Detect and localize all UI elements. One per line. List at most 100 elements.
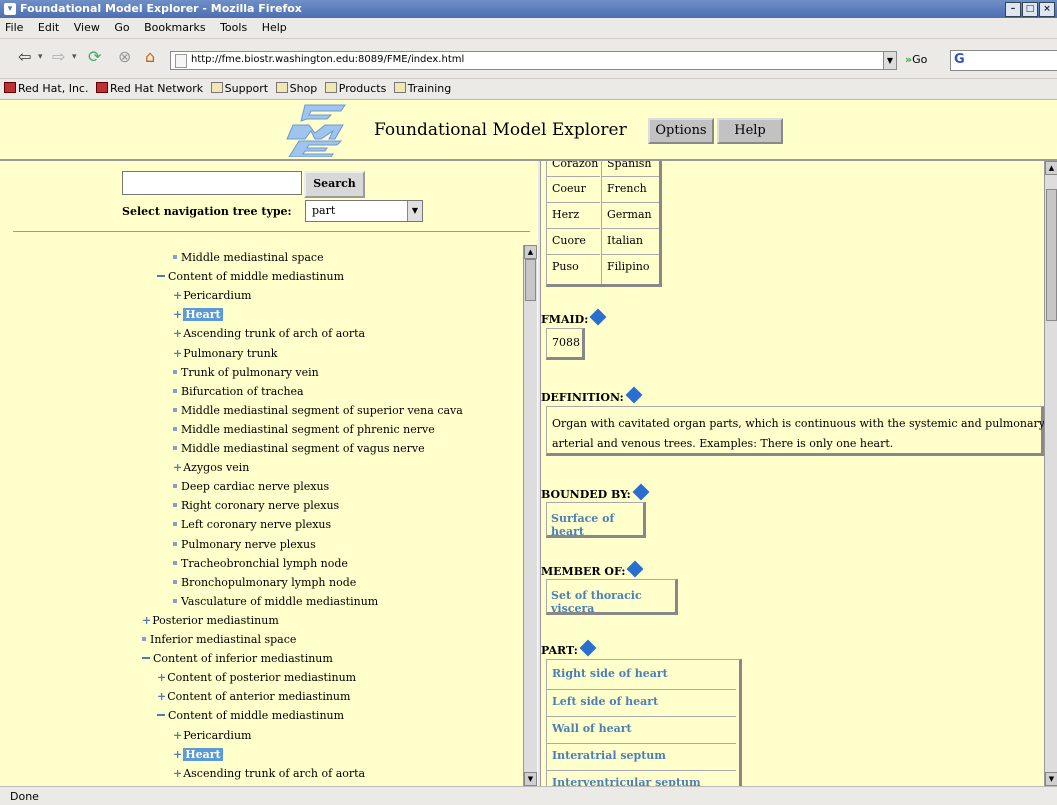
tree-item-label[interactable]: Content of middle mediastinum [168,270,344,283]
menu-edit[interactable]: Edit [33,18,65,34]
menu-go[interactable]: Go [109,18,135,34]
tree-item[interactable]: +Pericardium [173,288,251,303]
info-icon[interactable] [579,639,597,657]
part-link[interactable]: Interventricular septum [547,770,736,786]
tree-item-label[interactable]: Middle mediastinal segment of superior v… [181,404,463,417]
tree-item-label[interactable]: Pericardium [183,729,251,742]
tree-item-label[interactable]: Content of anterior mediastinum [167,690,350,703]
tree-item[interactable]: Content of middle mediastinum [157,269,344,284]
url-dropdown-icon[interactable]: ▼ [883,51,897,70]
tree-item-label[interactable]: Heart [183,308,223,322]
tree-item[interactable]: Content of middle mediastinum [157,708,344,723]
search-button[interactable]: Search [304,171,365,198]
expand-icon[interactable]: + [173,307,182,322]
tree-scrollbar[interactable]: ▲ ▼ [523,245,537,786]
tree-item-label[interactable]: Ascending trunk of arch of aorta [183,767,365,780]
tree-item[interactable]: Bronchopulmonary lymph node [173,575,356,590]
tree-item-label[interactable]: Middle mediastinal segment of phrenic ne… [181,423,435,436]
bookmark-products[interactable]: Products [324,79,386,95]
forward-arrow-icon[interactable]: ⇨ [52,47,65,67]
home-icon[interactable]: ⌂ [145,47,155,67]
scroll-up-icon[interactable]: ▲ [524,245,537,259]
bookmark-red-hat-network[interactable]: Red Hat Network [95,79,203,95]
forward-dropdown-icon[interactable]: ▾ [72,47,77,67]
tree-item[interactable]: +Content of posterior mediastinum [157,670,356,685]
back-dropdown-icon[interactable]: ▾ [38,47,43,67]
scroll-thumb[interactable] [525,259,536,301]
scroll-up-icon[interactable]: ▲ [1045,161,1057,175]
bounded-by-link[interactable]: Surface of heart [551,512,643,538]
tree-item-label[interactable]: Bifurcation of trachea [181,385,304,398]
info-icon[interactable] [626,560,644,578]
tree-item[interactable]: +Ascending trunk of arch of aorta [173,326,365,341]
detail-scrollbar[interactable]: ▲ ▼ [1044,161,1057,786]
tree-item-label[interactable]: Content of posterior mediastinum [167,671,356,684]
tree-item[interactable]: Inferior mediastinal space [142,632,296,647]
expand-icon[interactable]: + [157,689,166,704]
tree-item[interactable]: Pulmonary nerve plexus [173,537,316,552]
expand-icon[interactable]: + [142,613,151,628]
tree-item-label[interactable]: Content of inferior mediastinum [153,652,333,665]
tree-item[interactable]: +Content of anterior mediastinum [157,689,350,704]
expand-icon[interactable]: + [173,346,182,361]
tree-item-label[interactable]: Vasculature of middle mediastinum [181,595,378,608]
menu-bookmarks[interactable]: Bookmarks [139,18,211,34]
info-icon[interactable] [589,308,607,326]
tree-item-label[interactable]: Deep cardiac nerve plexus [181,480,329,493]
bookmark-shop[interactable]: Shop [275,79,317,95]
scroll-down-icon[interactable]: ▼ [1045,772,1057,786]
go-button[interactable]: »Go [905,53,927,66]
options-button[interactable]: Options [648,118,714,144]
tree-item[interactable]: Tracheobronchial lymph node [173,556,348,571]
tree-item-label[interactable]: Right coronary nerve plexus [181,499,339,512]
tree-item-label[interactable]: Bronchopulmonary lymph node [181,576,356,589]
maximize-icon[interactable]: □ [1022,2,1038,17]
info-icon[interactable] [632,483,650,501]
bookmark-red-hat-inc[interactable]: Red Hat, Inc. [4,79,88,95]
tree-item-label[interactable]: Heart [183,747,223,761]
tree-item[interactable]: +Pericardium [173,728,251,743]
minimize-icon[interactable]: – [1005,2,1021,17]
tree-item[interactable]: Deep cardiac nerve plexus [173,479,329,494]
tree-item-label[interactable]: Pulmonary nerve plexus [181,538,316,551]
tree-item[interactable]: +Azygos vein [173,460,249,475]
expand-icon[interactable]: + [173,288,182,303]
tree-item[interactable]: Middle mediastinal space [173,250,324,265]
tree-item-label[interactable]: Pericardium [183,289,251,302]
url-input[interactable]: http://fme.biostr.washington.edu:8089/FM… [170,51,884,70]
tree-item[interactable]: + Heart [173,307,223,322]
search-input[interactable] [122,171,302,195]
tree-item[interactable]: Trunk of pulmonary vein [173,365,319,380]
tree-item-label[interactable]: Left coronary nerve plexus [181,518,331,531]
part-link[interactable]: Right side of heart [547,662,736,686]
part-link[interactable]: Left side of heart [547,689,736,714]
tree-item[interactable]: Middle mediastinal segment of vagus nerv… [173,441,425,456]
tree-item-label[interactable]: Azygos vein [183,461,249,474]
tree-item-label[interactable]: Tracheobronchial lymph node [181,557,348,570]
expand-icon[interactable]: + [173,460,182,475]
tree-type-select[interactable]: part ▼ [305,200,423,222]
tree-item-label[interactable]: Pulmonary trunk [183,347,277,360]
tree-item[interactable]: + Heart [173,747,223,762]
expand-icon[interactable]: + [173,766,182,781]
bookmark-support[interactable]: Support [210,79,268,95]
tree-item[interactable]: +Ascending trunk of arch of aorta [173,766,365,781]
tree-item[interactable]: Right coronary nerve plexus [173,498,339,513]
back-arrow-icon[interactable]: ⇦ [18,47,31,67]
tree-item-label[interactable]: Trunk of pulmonary vein [181,366,319,379]
info-icon[interactable] [625,386,643,404]
tree-item[interactable]: Middle mediastinal segment of phrenic ne… [173,422,435,437]
collapse-icon[interactable] [142,657,150,660]
bookmark-training[interactable]: Training [393,79,451,95]
tree-item-label[interactable]: Inferior mediastinal space [150,633,296,646]
reload-icon[interactable]: ⟳ [88,47,101,67]
menu-tools[interactable]: Tools [215,18,253,34]
tree-item[interactable]: +Pulmonary trunk [173,346,277,361]
collapse-icon[interactable] [157,275,165,278]
window-menu-icon[interactable]: ▾ [4,3,16,15]
tree-item-label[interactable]: Middle mediastinal segment of vagus nerv… [181,442,425,455]
menu-view[interactable]: View [69,18,106,34]
tree-item-label[interactable]: Middle mediastinal space [181,251,324,264]
expand-icon[interactable]: + [173,728,182,743]
tree-item[interactable]: Content of inferior mediastinum [142,651,333,666]
